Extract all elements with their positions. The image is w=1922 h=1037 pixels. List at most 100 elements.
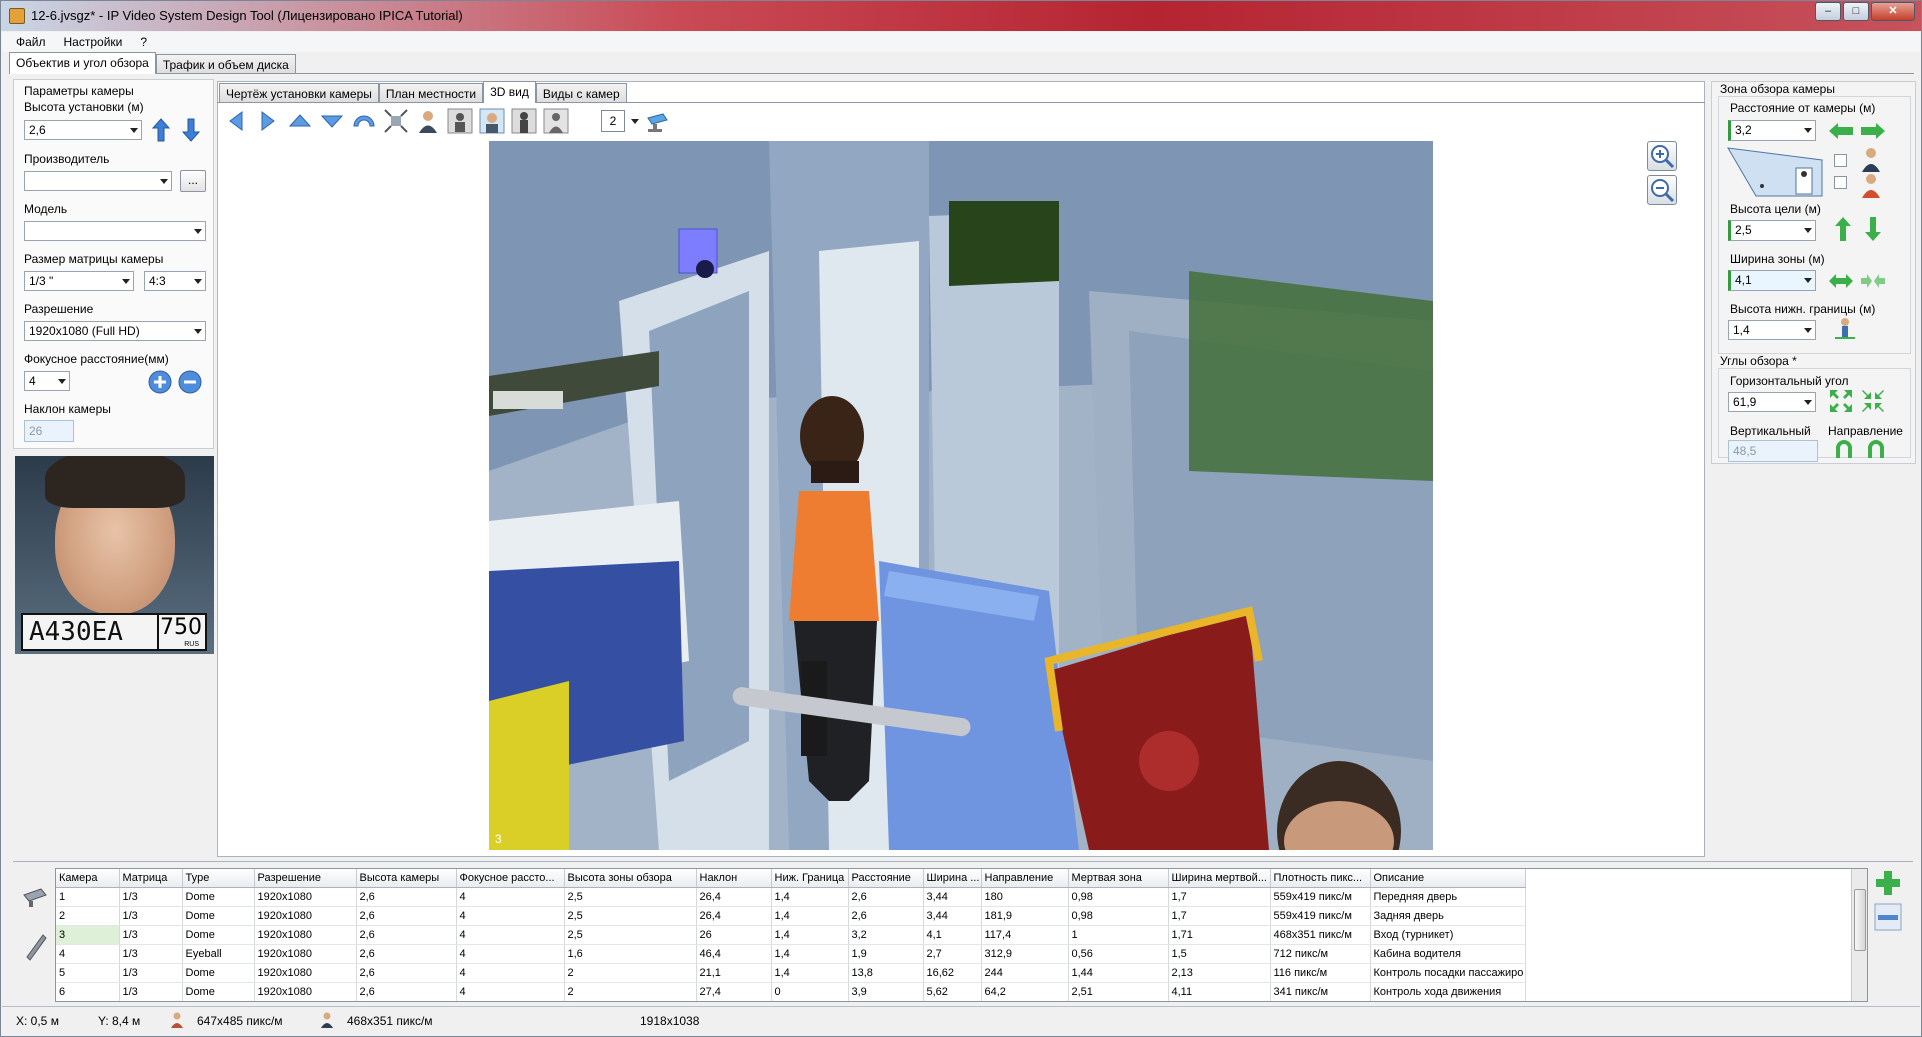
zoom-in-focal-icon[interactable] xyxy=(148,370,172,394)
horizontal-angle-select[interactable]: 61,9 xyxy=(1728,392,1816,412)
table-row[interactable]: 2 1/3 Dome 1920x1080 2,6 4 2,5 26,4 1,4 2,6 3,44 18… xyxy=(56,906,1526,926)
face-view-icon[interactable] xyxy=(479,108,505,134)
column-header[interactable]: Плотность пикс... xyxy=(1270,869,1371,888)
table-row[interactable]: 3 1/3 Dome 1920x1080 2,6 4 2,5 26 1,4 3,2 4,1 117,4… xyxy=(56,925,1526,945)
body-view-icon[interactable] xyxy=(511,108,537,134)
height-select[interactable]: 2,6 xyxy=(24,120,142,140)
column-header[interactable]: Камера xyxy=(56,869,120,888)
column-header[interactable]: Разрешение xyxy=(254,869,357,888)
table-scrollbar[interactable] xyxy=(1851,869,1867,1001)
table-row[interactable]: 5 1/3 Dome 1920x1080 2,6 4 2 21,1 1,4 13,8 16,62 24… xyxy=(56,963,1526,983)
table-cell: 0,56 xyxy=(1068,944,1169,964)
fit-view-icon[interactable] xyxy=(383,108,409,134)
angle-widen-icon[interactable] xyxy=(1828,388,1854,414)
distance-select[interactable]: 3,2 xyxy=(1728,120,1816,141)
rotate-left-icon[interactable] xyxy=(223,108,249,134)
focal-select[interactable]: 4 xyxy=(24,371,70,391)
column-header[interactable]: Матрица xyxy=(119,869,183,888)
menu-settings[interactable]: Настройки xyxy=(56,32,133,52)
zone-width-select[interactable]: 4,1 xyxy=(1728,270,1816,291)
distance-increase-icon[interactable] xyxy=(1860,122,1886,140)
table-cell: 1,4 xyxy=(771,963,849,983)
column-header[interactable]: Фокусное рассто... xyxy=(456,869,565,888)
column-header[interactable]: Высота зоны обзора xyxy=(564,869,697,888)
arrow-down-icon[interactable] xyxy=(180,118,202,142)
column-header[interactable]: Направление xyxy=(981,869,1069,888)
tab-site-plan[interactable]: План местности xyxy=(378,83,484,103)
rotate-cw-icon[interactable] xyxy=(1864,438,1888,462)
manufacturer-select[interactable] xyxy=(24,171,172,191)
column-header[interactable]: Наклон xyxy=(696,869,772,888)
column-header[interactable]: Ширина мертвой... xyxy=(1168,869,1271,888)
aspect-select[interactable]: 4:3 xyxy=(144,271,206,291)
table-row[interactable]: 4 1/3 Eyeball 1920x1080 2,6 4 1,6 46,4 1,4 1,9 2,7… xyxy=(56,944,1526,964)
orbit-icon[interactable] xyxy=(351,108,377,134)
tab-traffic-disk[interactable]: Трафик и объем диска xyxy=(155,54,296,74)
maximize-button[interactable]: □ xyxy=(1843,2,1869,21)
tilt-input[interactable]: 26 xyxy=(24,420,74,442)
column-header[interactable]: Ниж. Граница xyxy=(771,869,849,888)
menu-help[interactable]: ? xyxy=(132,32,157,52)
camera-icon[interactable] xyxy=(645,108,671,134)
edit-icon[interactable] xyxy=(21,931,49,961)
model-select[interactable] xyxy=(24,221,206,241)
figure-view-icon[interactable] xyxy=(447,108,473,134)
title-bar[interactable]: 12-6.jvsgz* - IP Video System Design Too… xyxy=(1,1,1921,31)
camera-preview-image: A430EA 750 RUS xyxy=(15,456,214,654)
remove-camera-icon[interactable] xyxy=(1874,903,1902,931)
column-header[interactable]: Расстояние xyxy=(848,869,924,888)
close-button[interactable]: ✕ xyxy=(1871,2,1915,21)
lower-border-select[interactable]: 1,4 xyxy=(1728,320,1816,340)
table-row[interactable]: 1 1/3 Dome 1920x1080 2,6 4 2,5 26,4 1,4 2,6 3,44 18… xyxy=(56,887,1526,907)
vertical-angle-input[interactable]: 48,5 xyxy=(1728,440,1818,462)
person-view-icon[interactable] xyxy=(415,108,441,134)
arrow-up-icon[interactable] xyxy=(150,118,172,142)
manufacturer-browse-button[interactable]: ... xyxy=(180,170,206,192)
tilt-down-icon[interactable] xyxy=(319,108,345,134)
camera-number-select[interactable]: 2 xyxy=(601,110,625,132)
table-cell: 3,2 xyxy=(848,925,924,945)
zone-width-shrink-icon[interactable] xyxy=(1860,272,1886,290)
target-height-select[interactable]: 2,5 xyxy=(1728,220,1816,241)
license-plate: A430EA 750 RUS xyxy=(21,613,207,651)
scrollbar-thumb[interactable] xyxy=(1854,889,1866,951)
status-x: X: 0,5 м xyxy=(16,1014,59,1028)
tab-lens-angle[interactable]: Объектив и угол обзора xyxy=(9,52,156,74)
zoom-out-icon xyxy=(1651,179,1675,203)
rotate-right-icon[interactable] xyxy=(255,108,281,134)
lower-border-figure-icon[interactable] xyxy=(1834,316,1856,342)
resolution-select[interactable]: 1920x1080 (Full HD) xyxy=(24,321,206,341)
silhouette-view-icon[interactable] xyxy=(543,108,569,134)
tab-installation-drawing[interactable]: Чертёж установки камеры xyxy=(219,83,379,103)
column-header[interactable]: Ширина ... xyxy=(923,869,982,888)
chevron-down-icon[interactable] xyxy=(631,117,639,125)
target-height-up-icon[interactable] xyxy=(1834,216,1852,242)
table-row[interactable]: 6 1/3 Dome 1920x1080 2,6 4 2 27,4 0 3,9 5,62 64,2 2,… xyxy=(56,982,1526,1001)
distance-decrease-icon[interactable] xyxy=(1828,122,1854,140)
minimize-button[interactable]: – xyxy=(1815,2,1841,21)
menu-file[interactable]: Файл xyxy=(8,32,56,52)
column-header[interactable]: Высота камеры xyxy=(356,869,457,888)
zoom-out-focal-icon[interactable] xyxy=(178,370,202,394)
tab-3d-view[interactable]: 3D вид xyxy=(483,81,536,103)
zone-width-expand-icon[interactable] xyxy=(1828,272,1854,290)
column-header[interactable]: Описание xyxy=(1370,869,1526,888)
tab-camera-views[interactable]: Виды с камер xyxy=(535,83,627,103)
table-cell: 1/3 xyxy=(119,925,183,945)
zoom-out-button[interactable] xyxy=(1647,175,1677,205)
zoom-in-button[interactable] xyxy=(1647,141,1677,171)
male-target-checkbox[interactable] xyxy=(1834,154,1847,167)
column-header[interactable]: Type xyxy=(182,869,255,888)
sensor-select[interactable]: 1/3 " xyxy=(24,271,134,291)
tilt-up-icon[interactable] xyxy=(287,108,313,134)
target-height-down-icon[interactable] xyxy=(1864,216,1882,242)
vertical-angle-label: Вертикальный xyxy=(1730,424,1811,438)
add-camera-icon[interactable] xyxy=(1874,869,1902,897)
rotate-ccw-icon[interactable] xyxy=(1832,438,1856,462)
column-header[interactable]: Мертвая зона xyxy=(1068,869,1169,888)
camera-list-icon[interactable] xyxy=(21,883,49,909)
table-cell: 2,6 xyxy=(848,906,924,926)
3d-viewport[interactable]: 3 xyxy=(489,141,1433,850)
female-target-checkbox[interactable] xyxy=(1834,176,1847,189)
angle-narrow-icon[interactable] xyxy=(1860,388,1886,414)
